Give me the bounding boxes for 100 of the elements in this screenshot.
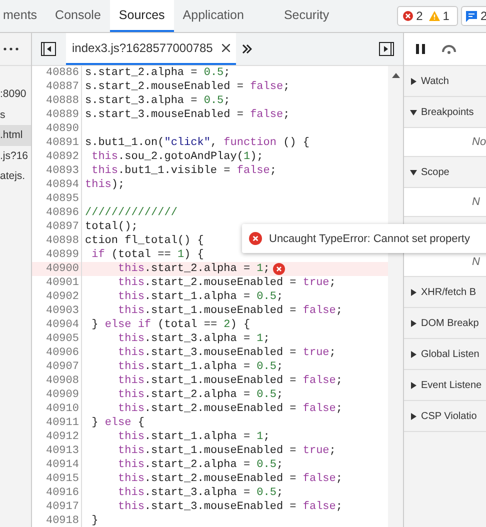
section-header[interactable]: DOM Breakp — [404, 308, 486, 339]
expanded-icon — [410, 168, 417, 176]
code-line: if (total == 1) { — [90, 248, 204, 262]
toggle-navigator-icon[interactable] — [41, 42, 56, 56]
code-line: this.but1_1.visible = false; — [90, 164, 276, 178]
collapsed-icon — [410, 78, 417, 84]
panel-tab[interactable]: ments — [0, 0, 46, 32]
line-number: 40911 — [32, 416, 82, 430]
code-line: this.start_3.mouseEnabled = true; — [117, 346, 336, 360]
line-number: 40893 — [32, 164, 82, 178]
line-number: 40912 — [32, 430, 82, 444]
line-number: 40891 — [32, 136, 82, 150]
code-line: ////////////// — [85, 206, 178, 220]
line-number: 40888 — [32, 94, 82, 108]
panel-tab[interactable]: Console — [46, 0, 110, 32]
error-icon[interactable] — [272, 263, 285, 275]
line-number: 40900 — [32, 262, 82, 276]
error-message: Uncaught TypeError: Cannot set property — [269, 232, 470, 244]
empty-message: N — [472, 256, 480, 268]
pause-icon[interactable] — [416, 44, 425, 54]
collapsed-icon — [410, 412, 417, 420]
line-number: 40916 — [32, 486, 82, 500]
line-number: 40908 — [32, 374, 82, 388]
code-line: this.start_3.alpha = 1; — [117, 332, 270, 346]
code-line: s.start_3.alpha = 0.5; — [85, 94, 230, 108]
close-icon[interactable] — [222, 44, 230, 52]
section-header[interactable]: XHR/fetch B — [404, 277, 486, 308]
code-line: s.but1_1.on("click", function () { — [85, 136, 310, 150]
line-number: 40897 — [32, 220, 82, 234]
line-number: 40905 — [32, 332, 82, 346]
file-tree-item[interactable]: s — [0, 104, 31, 125]
collapsed-icon — [410, 288, 417, 296]
code-line: } else if (total == 2) { — [90, 318, 250, 332]
file-tab[interactable]: index3.js?1628577000785 — [66, 33, 236, 65]
line-number: 40902 — [32, 290, 82, 304]
line-number: 40901 — [32, 276, 82, 290]
collapsed-icon — [410, 382, 417, 388]
code-line: this.start_2.alpha = 0.5; — [117, 388, 284, 402]
warning-icon — [428, 11, 440, 21]
file-tree-item[interactable]: :8090 — [0, 84, 31, 104]
code-line: this.sou_2.gotoAndPlay(1); — [90, 150, 264, 164]
code-line: this.start_1.mouseEnabled = false; — [117, 374, 342, 388]
code-line: this.start_2.mouseEnabled = true; — [117, 276, 336, 290]
warning-count: 1 — [442, 9, 450, 23]
line-number: 40913 — [32, 444, 82, 458]
code-line: this.start_2.alpha = 0.5; — [117, 458, 284, 472]
more-files-icon[interactable] — [242, 44, 252, 54]
section-header[interactable]: CSP Violatio — [404, 401, 486, 432]
code-line: total(); — [85, 220, 138, 234]
scroll-up-icon[interactable] — [392, 73, 400, 78]
code-line: } — [90, 514, 98, 527]
line-number: 40904 — [32, 318, 82, 332]
code-line: this.start_2.alpha = 1; — [117, 262, 270, 276]
line-number: 40886 — [32, 66, 82, 80]
panel-tab[interactable]: Sources — [110, 0, 174, 32]
line-number: 40903 — [32, 304, 82, 318]
empty-message: N — [472, 196, 480, 208]
line-number: 40894 — [32, 178, 82, 192]
message-icon — [466, 10, 478, 22]
file-tree-item[interactable]: .html — [0, 125, 31, 146]
code-line: this.start_1.alpha = 0.5; — [117, 290, 284, 304]
line-number: 40889 — [32, 108, 82, 122]
step-over-icon[interactable] — [441, 44, 457, 54]
section-header[interactable]: Global Listen — [404, 339, 486, 370]
code-line: this.start_1.alpha = 0.5; — [117, 360, 284, 374]
section-header[interactable]: Watch — [404, 66, 486, 97]
file-tab-label: index3.js?1628577000785 — [72, 41, 213, 55]
line-number: 40887 — [32, 80, 82, 94]
line-number: 40909 — [32, 388, 82, 402]
code-line: this.start_1.mouseEnabled = false; — [117, 304, 342, 318]
code-line: this); — [85, 178, 125, 192]
more-icon[interactable] — [3, 47, 19, 51]
line-number: 40917 — [32, 500, 82, 514]
toggle-debugger-icon[interactable] — [379, 42, 394, 56]
error-count: 2 — [416, 9, 423, 23]
code-line: this.start_1.mouseEnabled = true; — [117, 444, 336, 458]
empty-message: No — [472, 136, 486, 148]
file-tree-item[interactable]: .js?16 — [0, 146, 31, 166]
section-header[interactable]: Event Listene — [404, 370, 486, 401]
panel-tab[interactable]: Application — [174, 0, 253, 32]
code-line: ction fl_total() { — [85, 234, 204, 248]
line-number: 40890 — [32, 122, 82, 136]
code-line: s.start_2.alpha = 0.5; — [85, 66, 230, 80]
code-line: s.start_2.mouseEnabled = false; — [85, 80, 290, 94]
line-number: 40906 — [32, 346, 82, 360]
issues-counter[interactable]: 2 1 — [397, 6, 458, 26]
line-number: 40896 — [32, 206, 82, 220]
collapsed-icon — [410, 350, 417, 358]
expanded-icon — [410, 108, 417, 116]
code-line: this.start_3.mouseEnabled = false; — [117, 500, 342, 514]
line-number: 40910 — [32, 402, 82, 416]
error-icon — [403, 11, 414, 21]
line-number: 40915 — [32, 472, 82, 486]
line-number: 40892 — [32, 150, 82, 164]
line-number: 40895 — [32, 192, 82, 206]
line-number: 40898 — [32, 234, 82, 248]
code-line: this.start_1.alpha = 1; — [117, 430, 270, 444]
line-number: 40914 — [32, 458, 82, 472]
file-tree-item[interactable]: atejs. — [0, 166, 31, 186]
panel-tab[interactable]: Security — [274, 0, 338, 32]
